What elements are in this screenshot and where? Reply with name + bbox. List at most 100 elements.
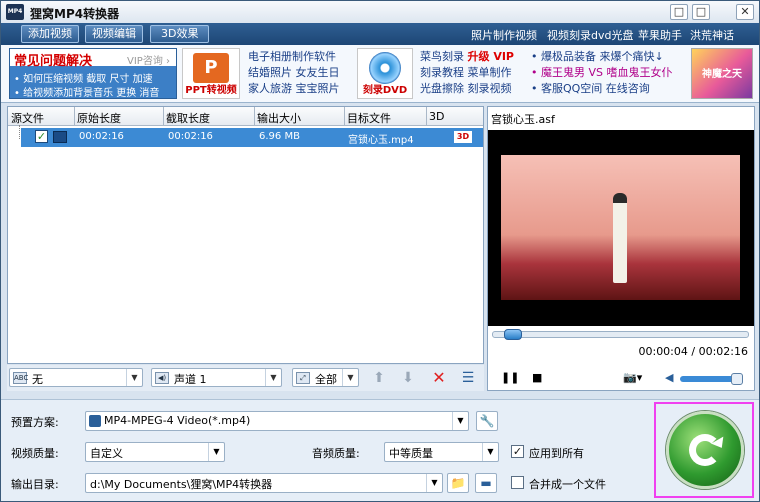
- aspect-mode-value: 全部: [315, 373, 337, 386]
- col-output-size[interactable]: 输出大小: [257, 110, 301, 126]
- stop-icon[interactable]: ■: [532, 371, 542, 384]
- film-icon: [53, 131, 67, 143]
- aspect-mode-select[interactable]: ⤢ 全部 ▼: [292, 368, 359, 387]
- burn-link[interactable]: 光盘擦除: [420, 82, 464, 95]
- tree-line: [19, 125, 20, 139]
- preview-filename: 宫锁心玉.asf: [491, 113, 555, 126]
- preset-select[interactable]: MP4-MPEG-4 Video(*.mp4) ▼: [85, 411, 469, 431]
- volume-slider[interactable]: [680, 373, 743, 385]
- link-apple-helper[interactable]: 苹果助手: [638, 27, 682, 43]
- audio-track-select[interactable]: ◀) 声道 1 ▼: [151, 368, 282, 387]
- faq-line[interactable]: • 如何压缩视频 截取 尺寸 加速: [14, 70, 153, 85]
- video-quality-label: 视频质量:: [11, 447, 59, 460]
- powerpoint-icon: P: [193, 53, 229, 83]
- 3d-effect-button[interactable]: 3D效果: [150, 25, 210, 43]
- burn-link[interactable]: 刻录视频: [468, 82, 512, 95]
- move-down-icon[interactable]: ⬇: [399, 369, 417, 387]
- chevron-down-icon: ▼: [452, 412, 468, 430]
- output-settings: 预置方案: MP4-MPEG-4 Video(*.mp4) ▼ 🔧 视频质量: …: [1, 399, 759, 501]
- aspect-icon: ⤢: [296, 372, 310, 384]
- faq-box[interactable]: 常见问题解决 VIP咨询 › • 如何压缩视频 截取 尺寸 加速 • 给视频添加…: [9, 48, 177, 99]
- cell-cut-length: 00:02:16: [168, 131, 213, 142]
- speaker-icon: ◀): [155, 372, 169, 384]
- audio-track-value: 声道 1: [174, 373, 207, 386]
- upgrade-vip-link[interactable]: 升级 VIP: [468, 50, 515, 63]
- output-dir-input[interactable]: d:\My Documents\狸窝\MP4转换器 ▼: [85, 473, 443, 493]
- clear-list-icon[interactable]: ☰: [459, 369, 477, 387]
- game-link[interactable]: • 魔王鬼男 VS 嗜血鬼王女仆: [531, 65, 673, 81]
- merge-files-label[interactable]: 合并成一个文件: [529, 476, 606, 492]
- list-controls: ABC 无 ▼ ◀) 声道 1 ▼ ⤢ 全部 ▼ ⬆ ⬇ ✕ ☰: [7, 365, 484, 391]
- chevron-down-icon: ▼: [426, 474, 442, 492]
- ppt-to-video-ad[interactable]: P PPT转视频: [182, 48, 240, 99]
- toolbar: 添加视频 视频编辑 3D效果 照片制作视频 视频刻录dvd光盘 苹果助手 洪荒神…: [1, 23, 759, 45]
- link-dvd-burn[interactable]: 视频刻录dvd光盘: [547, 27, 633, 43]
- game-ad-image[interactable]: 神魔之天: [691, 48, 753, 99]
- output-dir-value: d:\My Documents\狸窝\MP4转换器: [90, 478, 273, 491]
- time-display: 00:00:04 / 00:02:16: [638, 345, 748, 358]
- file-list: 源文件 原始长度 截取长度 输出大小 目标文件 3D ✓ 00:02:16 00…: [7, 106, 484, 364]
- file-list-header: 源文件 原始长度 截取长度 输出大小 目标文件 3D: [8, 107, 483, 126]
- convert-highlight: [654, 402, 754, 498]
- link-photo-video[interactable]: 照片制作视频: [471, 27, 537, 43]
- seek-handle[interactable]: [503, 329, 522, 340]
- maximize-button[interactable]: □: [692, 4, 710, 20]
- apply-all-checkbox[interactable]: ✓: [511, 445, 524, 458]
- convert-button[interactable]: [666, 411, 744, 489]
- burn-link[interactable]: 刻录教程: [420, 66, 464, 79]
- chevron-down-icon: ▼: [342, 369, 358, 386]
- cell-original-length: 00:02:16: [79, 131, 124, 142]
- minimize-button[interactable]: □: [670, 4, 688, 20]
- subtitle-select[interactable]: ABC 无 ▼: [9, 368, 143, 387]
- col-target-file[interactable]: 目标文件: [347, 110, 391, 126]
- browse-folder-icon[interactable]: 📁: [447, 473, 469, 493]
- open-folder-icon[interactable]: ▬: [475, 473, 497, 493]
- volume-handle[interactable]: [731, 373, 743, 385]
- table-row[interactable]: ✓ 00:02:16 00:02:16 6.96 MB 宫锁心玉.mp4 3D: [21, 128, 483, 147]
- link-game[interactable]: 洪荒神话: [690, 27, 734, 43]
- video-quality-select[interactable]: 自定义 ▼: [85, 442, 225, 462]
- audio-quality-select[interactable]: 中等质量 ▼: [384, 442, 499, 462]
- preview-panel: 宫锁心玉.asf 00:00:04 / 00:02:16 ❚❚ ■ 📷▾ ◀: [487, 106, 755, 391]
- game-link[interactable]: • 客服QQ空间 在线咨询: [531, 81, 673, 97]
- chevron-down-icon: ▼: [126, 369, 142, 386]
- row-checkbox[interactable]: ✓: [35, 130, 48, 143]
- merge-files-checkbox[interactable]: [511, 476, 524, 489]
- snapshot-camera-icon[interactable]: 📷▾: [623, 371, 642, 384]
- apply-all-label[interactable]: 应用到所有: [529, 445, 584, 461]
- preset-settings-wrench-icon[interactable]: 🔧: [476, 411, 498, 431]
- faq-line[interactable]: • 给视频添加背景音乐 更换 消音: [14, 84, 159, 99]
- album-link[interactable]: 结婚照片 女友生日: [248, 65, 340, 81]
- burn-link[interactable]: 菜鸟刻录: [420, 50, 464, 63]
- col-cut-length[interactable]: 截取长度: [166, 110, 210, 126]
- app-icon: MP4: [6, 4, 24, 20]
- volume-icon[interactable]: ◀: [665, 371, 673, 384]
- vip-consult-link[interactable]: VIP咨询 ›: [127, 52, 170, 67]
- video-frame: [501, 155, 740, 300]
- album-link[interactable]: 电子相册制作软件: [248, 49, 340, 65]
- video-format-icon: [89, 415, 101, 427]
- pause-icon[interactable]: ❚❚: [501, 371, 519, 384]
- video-player[interactable]: [488, 130, 754, 326]
- audio-quality-value: 中等质量: [389, 447, 433, 460]
- dvd-disc-icon: [369, 52, 401, 84]
- close-button[interactable]: ✕: [736, 4, 754, 20]
- edit-video-button[interactable]: 视频编辑: [85, 25, 143, 43]
- col-original-length[interactable]: 原始长度: [77, 110, 121, 126]
- burn-dvd-ad[interactable]: 刻录DVD: [357, 48, 413, 99]
- chevron-down-icon: ▼: [482, 443, 498, 461]
- cell-target-file: 宫锁心玉.mp4: [348, 135, 414, 146]
- col-3d[interactable]: 3D: [429, 110, 444, 123]
- album-links: 电子相册制作软件 结婚照片 女友生日 家人旅游 宝宝照片: [248, 49, 340, 97]
- burn-link[interactable]: 菜单制作: [468, 66, 512, 79]
- col-source[interactable]: 源文件: [11, 110, 44, 126]
- album-link[interactable]: 家人旅游 宝宝照片: [248, 81, 340, 97]
- move-up-icon[interactable]: ⬆: [370, 369, 388, 387]
- video-quality-value: 自定义: [90, 447, 123, 460]
- game-link[interactable]: • 爆极品装备 来爆个痛快↓: [531, 49, 673, 65]
- seek-bar[interactable]: [492, 329, 749, 340]
- add-video-button[interactable]: 添加视频: [21, 25, 79, 43]
- delete-icon[interactable]: ✕: [430, 369, 448, 387]
- chevron-down-icon: ▼: [208, 443, 224, 461]
- 3d-icon[interactable]: 3D: [454, 131, 472, 143]
